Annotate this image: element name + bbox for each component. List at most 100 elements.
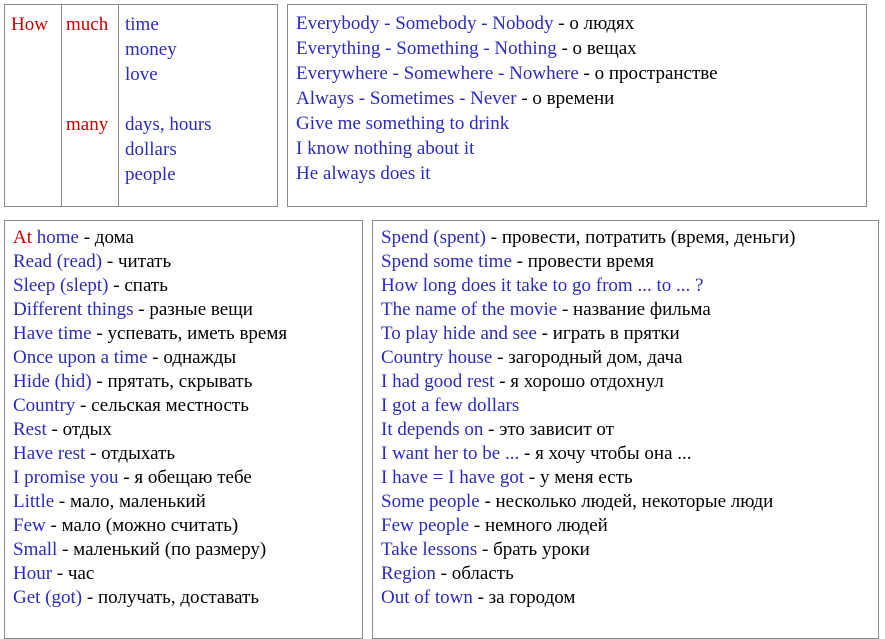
indefinite-pronouns-list: Everybody - Somebody - Nobody - о людях E… — [296, 11, 858, 186]
vocab-right-translation: загородный дом, дача — [508, 347, 683, 368]
pronoun-translation: о пространстве — [594, 63, 718, 84]
worksheet-page: How much many time money love days, hour… — [0, 0, 885, 639]
vocab-left-line: Little - мало, маленький — [13, 490, 356, 514]
pronoun-term: He always does it — [296, 163, 431, 184]
vocab-right-line: Spend some time - провести время — [381, 250, 872, 274]
vocab-left-line: Sleep (slept) - спать — [13, 274, 356, 298]
vocab-left-translation: прятать, скрывать — [107, 371, 253, 392]
vocab-right-translation: область — [451, 563, 514, 584]
vocab-right-term: To play hide and see — [381, 323, 537, 344]
vocab-left-line: Hour - час — [13, 562, 356, 586]
vocab-left-translation: час — [67, 563, 95, 584]
vocabulary-box-right: Spend (spent) - провести, потратить (вре… — [372, 220, 879, 639]
vocab-left-term: Few — [13, 515, 46, 536]
vocab-left-separator: - — [75, 395, 92, 416]
vocab-right-line: Country house - загородный дом, дача — [381, 346, 872, 370]
vocab-left-line: Hide (hid) - прятать, скрывать — [13, 370, 356, 394]
vocab-right-line: I had good rest - я хорошо отдохнул — [381, 370, 872, 394]
quantifier-spacer-3 — [66, 87, 118, 112]
vocab-left-translation: спать — [124, 275, 168, 296]
pronoun-line: Everything - Something - Nothing - о вещ… — [296, 36, 858, 61]
vocab-left-term: Read (read) — [13, 251, 103, 272]
vocab-right-separator: - — [479, 491, 496, 512]
vocab-right-line: I want her to be ... - я хочу чтобы она … — [381, 442, 872, 466]
indefinite-pronouns-box: Everybody - Somebody - Nobody - о людях E… — [287, 4, 867, 207]
vocab-right-separator: - — [472, 587, 489, 608]
vocab-right-translation: несколько людей, некоторые люди — [495, 491, 774, 512]
pronoun-line: I know nothing about it — [296, 136, 858, 161]
vocab-right-term: I want her to be ... — [381, 443, 520, 464]
vocab-left-translation: разные вещи — [149, 299, 253, 320]
vocab-right-term: It depends on — [381, 419, 484, 440]
vocab-left-line: At home - дома — [13, 226, 356, 250]
quantifier-spacer-2 — [66, 62, 118, 87]
vocab-left-term: Have rest — [13, 443, 86, 464]
vocab-right-separator: - — [483, 419, 500, 440]
vocab-left-line: Read (read) - читать — [13, 250, 356, 274]
vocab-left-term: Rest — [13, 419, 47, 440]
vocab-left-line: Different things - разные вещи — [13, 298, 356, 322]
vocabulary-list-right: Spend (spent) - провести, потратить (вре… — [381, 226, 872, 610]
vocab-right-translation: за городом — [488, 587, 576, 608]
vocab-left-translation: отдых — [62, 419, 112, 440]
vocab-left-separator: - — [102, 251, 118, 272]
vocab-left-line: Have rest - отдыхать — [13, 442, 356, 466]
much-item-time: time — [125, 14, 159, 35]
quantifier-spacer-1 — [66, 37, 118, 62]
vocab-left-term: Different things — [13, 299, 134, 320]
pronoun-line: Give me something to drink — [296, 111, 858, 136]
vocab-left-translation: сельская местность — [91, 395, 249, 416]
vocab-right-term: I have = I have got — [381, 467, 525, 488]
vocab-right-line: Few people - немного людей — [381, 514, 872, 538]
vocab-left-line: Few - мало (можно считать) — [13, 514, 356, 538]
vocab-right-term: Some people — [381, 491, 480, 512]
vocab-left-translation: читать — [117, 251, 172, 272]
vocab-left-term: I promise you — [13, 467, 119, 488]
vocab-right-term: I got a few dollars — [381, 395, 520, 416]
vocab-left-separator: - — [45, 515, 62, 536]
items-spacer — [125, 87, 277, 112]
quantifier-much: much — [66, 14, 109, 35]
vocab-left-separator: - — [46, 419, 63, 440]
vocab-left-separator: - — [54, 491, 70, 512]
vocab-left-translation: я обещаю тебе — [134, 467, 252, 488]
vocab-left-term: Little — [13, 491, 55, 512]
vocab-left-translation: мало, маленький — [69, 491, 206, 512]
pronoun-term: Everybody - Somebody - Nobody — [296, 13, 554, 34]
vocab-right-line: To play hide and see - играть в прятки — [381, 322, 872, 346]
quantifier-table: How much many time money love days, hour… — [4, 4, 278, 207]
vocab-left-term: Hour — [13, 563, 53, 584]
vocab-right-separator: - — [536, 323, 553, 344]
vocab-left-separator: - — [118, 467, 135, 488]
vocab-right-translation: немного людей — [484, 515, 608, 536]
vocab-right-term: Region — [381, 563, 436, 584]
vocab-left-translation: получать, доставать — [97, 587, 259, 608]
vocab-right-separator: - — [494, 371, 511, 392]
pronoun-line: Everybody - Somebody - Nobody - о людях — [296, 11, 858, 36]
vocab-right-translation: я хорошо отдохнул — [510, 371, 664, 392]
pronoun-term: I know nothing about it — [296, 138, 475, 159]
much-item-money: money — [125, 39, 177, 60]
vocab-left-term: home — [32, 227, 79, 248]
pronoun-term: Give me something to drink — [296, 113, 510, 134]
vocab-left-separator: - — [147, 347, 164, 368]
vocab-left-line: Country - сельская местность — [13, 394, 356, 418]
vocab-left-translation: успевать, иметь время — [107, 323, 288, 344]
vocab-left-separator: - — [91, 323, 108, 344]
vocab-left-term: Hide (hid) — [13, 371, 92, 392]
vocab-right-line: I got a few dollars — [381, 394, 872, 418]
vocab-left-line: Get (got) - получать, доставать — [13, 586, 356, 610]
pronoun-separator: - — [553, 13, 570, 34]
vocab-right-translation: играть в прятки — [552, 323, 680, 344]
quantifier-many: many — [66, 114, 109, 135]
pronoun-line: He always does it — [296, 161, 858, 186]
vocab-right-translation: провести, потратить (время, деньги) — [501, 227, 796, 248]
vocab-left-line: I promise you - я обещаю тебе — [13, 466, 356, 490]
vocab-left-term: Get (got) — [13, 587, 83, 608]
vocab-right-translation: брать уроки — [493, 539, 590, 560]
vocab-left-translation: маленький (по размеру) — [73, 539, 267, 560]
vocab-right-separator: - — [524, 467, 540, 488]
vocab-right-separator: - — [511, 251, 528, 272]
pronoun-translation: о людях — [569, 13, 635, 34]
pronoun-separator: - — [556, 38, 573, 59]
